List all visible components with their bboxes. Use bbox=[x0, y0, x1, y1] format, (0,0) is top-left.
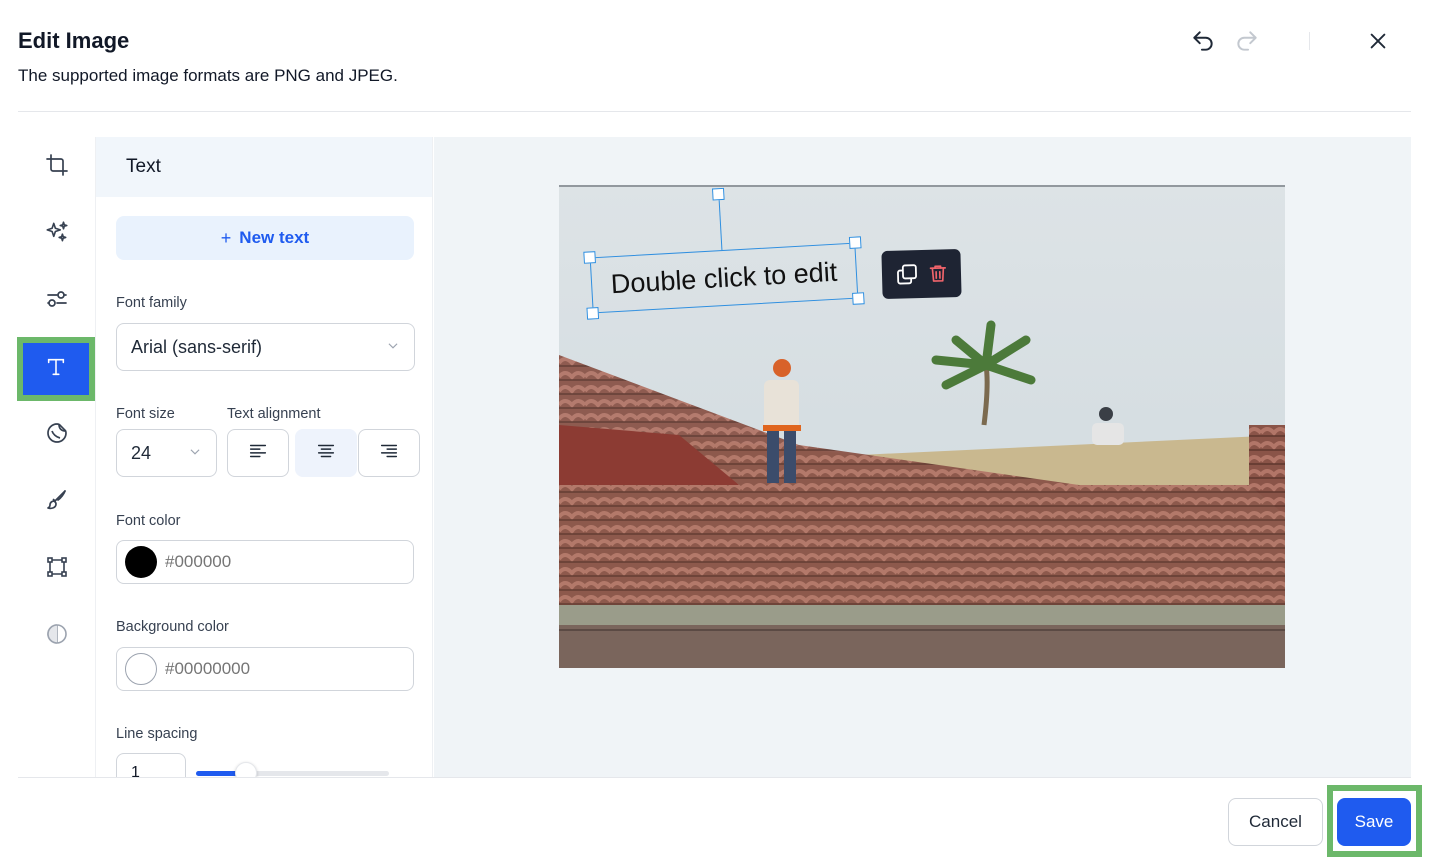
font-size-value: 24 bbox=[131, 442, 152, 463]
cancel-button[interactable]: Cancel bbox=[1228, 798, 1323, 846]
sticker-tool-button[interactable] bbox=[18, 405, 95, 465]
align-left-icon bbox=[247, 440, 269, 467]
trash-icon[interactable] bbox=[926, 262, 949, 285]
header-divider-line bbox=[18, 111, 1411, 112]
text-alignment-label: Text alignment bbox=[227, 406, 321, 422]
background-color-swatch[interactable] bbox=[125, 653, 157, 685]
frame-icon bbox=[45, 555, 69, 584]
contrast-icon bbox=[45, 622, 69, 651]
align-left-button[interactable] bbox=[227, 429, 289, 477]
footer-divider bbox=[18, 777, 1411, 778]
sparkles-icon bbox=[44, 219, 70, 250]
align-right-icon bbox=[378, 440, 400, 467]
sticker-icon bbox=[45, 421, 69, 450]
align-right-button[interactable] bbox=[358, 429, 420, 477]
text-tool-button[interactable] bbox=[17, 337, 95, 401]
close-icon[interactable] bbox=[1363, 26, 1393, 56]
redo-icon[interactable] bbox=[1232, 26, 1262, 56]
adjust-icon bbox=[45, 287, 69, 316]
line-spacing-input[interactable]: 1 bbox=[116, 753, 186, 777]
brush-icon bbox=[45, 488, 69, 517]
font-family-label: Font family bbox=[116, 295, 187, 311]
line-spacing-label: Line spacing bbox=[116, 726, 198, 742]
dialog-title: Edit Image bbox=[18, 28, 130, 53]
font-color-input[interactable] bbox=[165, 552, 385, 572]
tool-sidebar bbox=[17, 137, 95, 777]
align-center-button[interactable] bbox=[295, 429, 357, 477]
panel-title: Text bbox=[96, 137, 432, 197]
font-color-swatch[interactable] bbox=[125, 546, 157, 578]
rotation-handle[interactable] bbox=[711, 187, 725, 201]
align-center-icon bbox=[315, 440, 337, 467]
text-properties-panel: Text + New text Font family Arial (sans-… bbox=[95, 137, 433, 777]
plus-icon: + bbox=[220, 227, 232, 248]
line-spacing-slider[interactable] bbox=[196, 762, 389, 777]
font-family-select[interactable]: Arial (sans-serif) bbox=[116, 323, 415, 371]
resize-handle-bottom-left[interactable] bbox=[586, 307, 600, 320]
background-color-field[interactable] bbox=[116, 647, 414, 691]
crop-icon bbox=[45, 153, 69, 182]
chevron-down-icon bbox=[188, 443, 202, 464]
duplicate-icon[interactable] bbox=[894, 262, 919, 287]
line-spacing-slider-thumb[interactable] bbox=[235, 762, 257, 777]
new-text-label: New text bbox=[239, 228, 310, 247]
font-size-select[interactable]: 24 bbox=[116, 429, 217, 477]
text-icon bbox=[45, 356, 67, 383]
text-tool-highlight bbox=[17, 337, 95, 401]
resize-handle-top-right[interactable] bbox=[848, 236, 862, 249]
new-text-button[interactable]: + New text bbox=[116, 216, 414, 260]
font-color-label: Font color bbox=[116, 513, 181, 529]
background-color-label: Background color bbox=[116, 619, 229, 635]
contrast-tool-button[interactable] bbox=[18, 606, 95, 666]
chevron-down-icon bbox=[386, 337, 400, 358]
font-size-label: Font size bbox=[116, 406, 175, 422]
resize-handle-top-left[interactable] bbox=[583, 251, 596, 264]
crop-tool-button[interactable] bbox=[18, 137, 95, 197]
frame-tool-button[interactable] bbox=[18, 539, 95, 599]
image-canvas-area bbox=[434, 137, 1411, 777]
dialog-subtitle: The supported image formats are PNG and … bbox=[18, 66, 398, 85]
undo-icon[interactable] bbox=[1188, 26, 1218, 56]
header-divider bbox=[1309, 32, 1310, 50]
brush-tool-button[interactable] bbox=[18, 472, 95, 532]
resize-handle-bottom-right[interactable] bbox=[852, 292, 865, 305]
background-color-input[interactable] bbox=[165, 659, 385, 679]
save-button[interactable]: Save bbox=[1337, 798, 1411, 846]
adjust-tool-button[interactable] bbox=[18, 271, 95, 331]
text-element-toolbar bbox=[881, 248, 962, 300]
filters-tool-button[interactable] bbox=[18, 204, 95, 264]
font-color-field[interactable] bbox=[116, 540, 414, 584]
font-family-value: Arial (sans-serif) bbox=[131, 336, 263, 357]
